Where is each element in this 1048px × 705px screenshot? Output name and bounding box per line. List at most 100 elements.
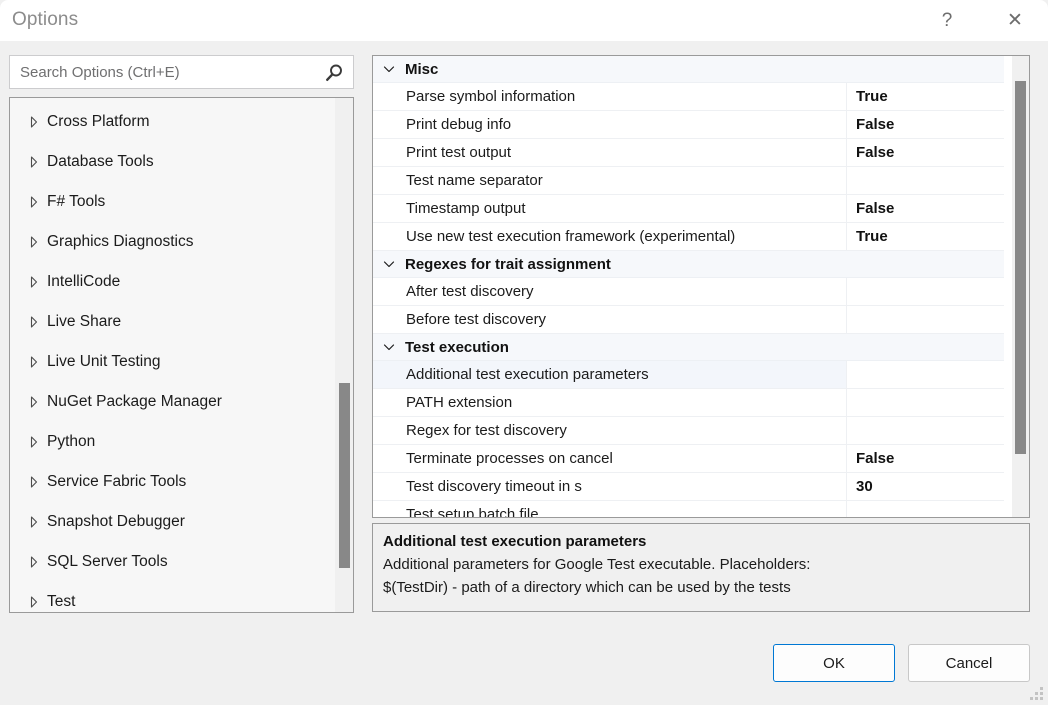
expand-arrow-icon[interactable]	[25, 153, 47, 171]
tree-item[interactable]: IntelliCode	[10, 262, 336, 302]
property-row[interactable]: Print test outputFalse	[373, 139, 1004, 167]
property-name: Use new test execution framework (experi…	[373, 223, 847, 250]
tree-item-label: F# Tools	[47, 193, 105, 211]
tree-scrollbar[interactable]	[335, 98, 353, 612]
description-panel: Additional test execution parameters Add…	[372, 523, 1030, 612]
expand-arrow-icon[interactable]	[25, 313, 47, 331]
tree-item[interactable]: NuGet Package Manager	[10, 382, 336, 422]
expand-arrow-icon[interactable]	[25, 593, 47, 611]
property-grid-scrollbar-thumb[interactable]	[1015, 81, 1026, 454]
description-title: Additional test execution parameters	[383, 530, 1019, 553]
close-button[interactable]: ✕	[992, 0, 1038, 41]
tree-item-label: Test	[47, 593, 75, 611]
tree-item[interactable]: Service Fabric Tools	[10, 462, 336, 502]
chevron-down-icon[interactable]	[381, 339, 405, 355]
property-row[interactable]: PATH extension	[373, 389, 1004, 417]
property-name: PATH extension	[373, 389, 847, 416]
property-name: Regex for test discovery	[373, 417, 847, 444]
expand-arrow-icon[interactable]	[25, 553, 47, 571]
property-row[interactable]: Test discovery timeout in s30	[373, 473, 1004, 501]
tree-item[interactable]: Live Share	[10, 302, 336, 342]
property-row[interactable]: Use new test execution framework (experi…	[373, 223, 1004, 251]
property-grid-scrollbar[interactable]	[1012, 56, 1029, 517]
tree-item[interactable]: Cross Platform	[10, 102, 336, 142]
property-grid-rows: MiscParse symbol informationTruePrint de…	[373, 56, 1004, 518]
tree-item[interactable]: Graphics Diagnostics	[10, 222, 336, 262]
tree-item[interactable]: Database Tools	[10, 142, 336, 182]
property-category-row[interactable]: Regexes for trait assignment	[373, 251, 1004, 278]
property-row[interactable]: Regex for test discovery	[373, 417, 1004, 445]
property-name: Print test output	[373, 139, 847, 166]
tree-item-label: Snapshot Debugger	[47, 513, 185, 531]
property-value[interactable]	[847, 167, 1004, 194]
property-row[interactable]: Print debug infoFalse	[373, 111, 1004, 139]
property-value[interactable]: False	[847, 111, 1004, 138]
property-category-label: Misc	[405, 61, 438, 78]
chevron-down-icon[interactable]	[381, 61, 405, 77]
search-box[interactable]	[9, 55, 354, 89]
property-category-label: Regexes for trait assignment	[405, 256, 611, 273]
property-value[interactable]	[847, 417, 1004, 444]
property-value[interactable]: 30	[847, 473, 1004, 500]
help-button[interactable]: ?	[924, 0, 970, 41]
property-category-row[interactable]: Test execution	[373, 334, 1004, 361]
expand-arrow-icon[interactable]	[25, 433, 47, 451]
chevron-down-icon[interactable]	[381, 256, 405, 272]
property-name: Timestamp output	[373, 195, 847, 222]
property-row[interactable]: Test setup batch file	[373, 501, 1004, 518]
expand-arrow-icon[interactable]	[25, 113, 47, 131]
expand-arrow-icon[interactable]	[25, 273, 47, 291]
property-row[interactable]: Timestamp outputFalse	[373, 195, 1004, 223]
property-value[interactable]: False	[847, 195, 1004, 222]
expand-arrow-icon[interactable]	[25, 193, 47, 211]
search-icon[interactable]	[323, 62, 345, 84]
property-name: Additional test execution parameters	[373, 361, 847, 388]
tree-item[interactable]: Snapshot Debugger	[10, 502, 336, 542]
title-bar: Options ? ✕	[0, 0, 1048, 41]
search-input[interactable]	[10, 57, 320, 87]
property-name: After test discovery	[373, 278, 847, 305]
resize-grip[interactable]	[1029, 686, 1044, 701]
tree-item-label: Cross Platform	[47, 113, 150, 131]
tree-item-label: Database Tools	[47, 153, 154, 171]
tree-item-label: Python	[47, 433, 95, 451]
expand-arrow-icon[interactable]	[25, 513, 47, 531]
expand-arrow-icon[interactable]	[25, 473, 47, 491]
options-category-tree[interactable]: Cross Platform Database Tools F# Tools Grap…	[9, 97, 354, 613]
property-row[interactable]: Test name separator	[373, 167, 1004, 195]
description-line: $(TestDir) - path of a directory which c…	[383, 576, 1019, 599]
property-value[interactable]	[847, 306, 1004, 333]
tree-item[interactable]: Python	[10, 422, 336, 462]
property-row[interactable]: Before test discovery	[373, 306, 1004, 334]
property-value[interactable]	[847, 278, 1004, 305]
expand-arrow-icon[interactable]	[25, 233, 47, 251]
property-row[interactable]: After test discovery	[373, 278, 1004, 306]
property-row[interactable]: Terminate processes on cancelFalse	[373, 445, 1004, 473]
ok-button[interactable]: OK	[773, 644, 895, 682]
property-value[interactable]	[847, 361, 1004, 388]
property-category-row[interactable]: Misc	[373, 56, 1004, 83]
tree-item-label: NuGet Package Manager	[47, 393, 222, 411]
tree-scrollbar-thumb[interactable]	[339, 383, 350, 568]
property-value[interactable]: True	[847, 223, 1004, 250]
property-grid[interactable]: MiscParse symbol informationTruePrint de…	[372, 55, 1030, 518]
property-row[interactable]: Parse symbol informationTrue	[373, 83, 1004, 111]
property-value[interactable]: False	[847, 445, 1004, 472]
property-value[interactable]: False	[847, 139, 1004, 166]
property-row[interactable]: Additional test execution parameters	[373, 361, 1004, 389]
property-value[interactable]	[847, 389, 1004, 416]
property-name: Parse symbol information	[373, 83, 847, 110]
tree-item[interactable]: F# Tools	[10, 182, 336, 222]
options-dialog: Options ? ✕ Cross Platform Database Tools…	[0, 0, 1048, 705]
property-value[interactable]: True	[847, 83, 1004, 110]
tree-item[interactable]: Test	[10, 582, 336, 613]
expand-arrow-icon[interactable]	[25, 353, 47, 371]
tree-item-label: Graphics Diagnostics	[47, 233, 193, 251]
cancel-button[interactable]: Cancel	[908, 644, 1030, 682]
tree-item-label: IntelliCode	[47, 273, 120, 291]
tree-item[interactable]: Live Unit Testing	[10, 342, 336, 382]
expand-arrow-icon[interactable]	[25, 393, 47, 411]
tree-item-label: Live Unit Testing	[47, 353, 160, 371]
property-value[interactable]	[847, 501, 1004, 518]
tree-item[interactable]: SQL Server Tools	[10, 542, 336, 582]
